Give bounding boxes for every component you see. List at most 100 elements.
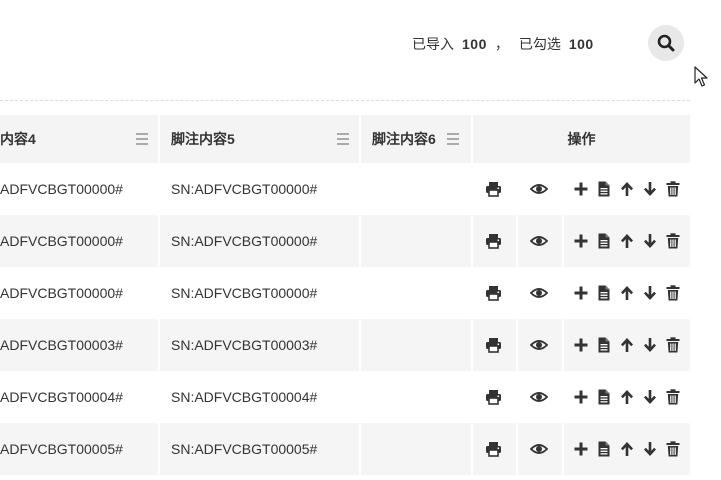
trash-icon[interactable] bbox=[663, 283, 683, 303]
printer-icon[interactable] bbox=[483, 439, 503, 459]
plus-icon[interactable] bbox=[571, 231, 591, 251]
column-menu-icon[interactable] bbox=[136, 133, 148, 145]
cell-text: SN:ADFVCBGT00003# bbox=[171, 337, 318, 353]
arrow-down-icon[interactable] bbox=[640, 283, 660, 303]
cell-footnote5: SN:ADFVCBGT00000# bbox=[160, 215, 359, 267]
column-header-actions: 操作 bbox=[473, 115, 690, 163]
cell-content4: ADFVCBGT00000# bbox=[0, 267, 158, 319]
cell-print bbox=[473, 423, 516, 475]
arrow-up-icon[interactable] bbox=[617, 387, 637, 407]
printer-icon[interactable] bbox=[483, 387, 503, 407]
cell-view bbox=[518, 215, 562, 267]
eye-icon[interactable] bbox=[529, 231, 549, 251]
cell-footnote5: SN:ADFVCBGT00000# bbox=[160, 163, 359, 215]
printer-icon[interactable] bbox=[483, 179, 503, 199]
cell-view bbox=[518, 319, 562, 371]
cell-view bbox=[518, 163, 562, 215]
arrow-up-icon[interactable] bbox=[617, 439, 637, 459]
cell-text: SN:ADFVCBGT00004# bbox=[171, 389, 318, 405]
eye-icon[interactable] bbox=[529, 387, 549, 407]
cell-footnote6 bbox=[361, 423, 471, 475]
printer-icon[interactable] bbox=[483, 231, 503, 251]
cell-footnote6 bbox=[361, 215, 471, 267]
cell-actions bbox=[564, 423, 690, 475]
search-icon bbox=[657, 34, 675, 52]
plus-icon[interactable] bbox=[571, 439, 591, 459]
arrow-up-icon[interactable] bbox=[617, 179, 637, 199]
arrow-down-icon[interactable] bbox=[640, 335, 660, 355]
plus-icon[interactable] bbox=[571, 387, 591, 407]
cell-footnote5: SN:ADFVCBGT00004# bbox=[160, 371, 359, 423]
cell-print bbox=[473, 163, 516, 215]
arrow-down-icon[interactable] bbox=[640, 439, 660, 459]
cell-text: SN:ADFVCBGT00000# bbox=[171, 181, 318, 197]
arrow-up-icon[interactable] bbox=[617, 231, 637, 251]
arrow-up-icon[interactable] bbox=[617, 335, 637, 355]
trash-icon[interactable] bbox=[663, 335, 683, 355]
eye-icon[interactable] bbox=[529, 335, 549, 355]
cell-content4: ADFVCBGT00004# bbox=[0, 371, 158, 423]
cell-print bbox=[473, 371, 516, 423]
cell-text: ADFVCBGT00000# bbox=[0, 285, 123, 301]
mouse-cursor-icon bbox=[694, 66, 708, 87]
file-icon[interactable] bbox=[594, 283, 614, 303]
arrow-up-icon[interactable] bbox=[617, 283, 637, 303]
cell-view bbox=[518, 267, 562, 319]
trash-icon[interactable] bbox=[663, 179, 683, 199]
cell-content4: ADFVCBGT00003# bbox=[0, 319, 158, 371]
printer-icon[interactable] bbox=[483, 335, 503, 355]
arrow-down-icon[interactable] bbox=[640, 231, 660, 251]
printer-icon[interactable] bbox=[483, 283, 503, 303]
eye-icon[interactable] bbox=[529, 283, 549, 303]
file-icon[interactable] bbox=[594, 335, 614, 355]
cell-view bbox=[518, 423, 562, 475]
cell-print bbox=[473, 215, 516, 267]
cell-text: ADFVCBGT00000# bbox=[0, 181, 123, 197]
file-icon[interactable] bbox=[594, 387, 614, 407]
file-icon[interactable] bbox=[594, 231, 614, 251]
trash-icon[interactable] bbox=[663, 439, 683, 459]
cell-text: SN:ADFVCBGT00000# bbox=[171, 285, 318, 301]
table-row: ADFVCBGT00000# SN:ADFVCBGT00000# bbox=[0, 163, 690, 215]
column-header-label: 脚注内容6 bbox=[372, 131, 436, 147]
trash-icon[interactable] bbox=[663, 231, 683, 251]
eye-icon[interactable] bbox=[529, 439, 549, 459]
column-header-footnote6[interactable]: 脚注内容6 bbox=[361, 115, 471, 163]
arrow-down-icon[interactable] bbox=[640, 387, 660, 407]
selected-label: 已勾选 bbox=[518, 36, 561, 52]
cell-text: ADFVCBGT00005# bbox=[0, 441, 123, 457]
eye-icon[interactable] bbox=[529, 179, 549, 199]
cell-view bbox=[518, 371, 562, 423]
cell-actions bbox=[564, 163, 690, 215]
cell-actions bbox=[564, 319, 690, 371]
table-row: ADFVCBGT00000# SN:ADFVCBGT00000# bbox=[0, 267, 690, 319]
plus-icon[interactable] bbox=[571, 335, 591, 355]
imported-count: 100 bbox=[462, 36, 487, 52]
section-divider bbox=[0, 100, 690, 101]
cell-footnote6 bbox=[361, 267, 471, 319]
file-icon[interactable] bbox=[594, 439, 614, 459]
cell-actions bbox=[564, 267, 690, 319]
cell-footnote6 bbox=[361, 319, 471, 371]
table-header-row: 内容4 脚注内容5 脚注内容6 操作 bbox=[0, 115, 690, 163]
import-summary: 已导入 100 ， 已勾选 100 bbox=[412, 35, 602, 53]
cell-content4: ADFVCBGT00000# bbox=[0, 163, 158, 215]
cell-actions bbox=[564, 371, 690, 423]
selected-count: 100 bbox=[568, 36, 594, 52]
search-button[interactable] bbox=[648, 25, 684, 61]
plus-icon[interactable] bbox=[571, 179, 591, 199]
file-icon[interactable] bbox=[594, 179, 614, 199]
trash-icon[interactable] bbox=[663, 387, 683, 407]
column-menu-icon[interactable] bbox=[447, 133, 459, 145]
column-menu-icon[interactable] bbox=[337, 133, 349, 145]
cell-text: SN:ADFVCBGT00005# bbox=[171, 441, 318, 457]
data-table: 内容4 脚注内容5 脚注内容6 操作 ADFVCBGT00000# SN:ADFV… bbox=[0, 115, 690, 475]
table-row: ADFVCBGT00004# SN:ADFVCBGT00004# bbox=[0, 371, 690, 423]
column-header-content4[interactable]: 内容4 bbox=[0, 115, 158, 163]
cell-text: ADFVCBGT00004# bbox=[0, 389, 123, 405]
column-header-label: 内容4 bbox=[0, 131, 36, 147]
arrow-down-icon[interactable] bbox=[640, 179, 660, 199]
plus-icon[interactable] bbox=[571, 283, 591, 303]
cell-content4: ADFVCBGT00005# bbox=[0, 423, 158, 475]
column-header-footnote5[interactable]: 脚注内容5 bbox=[160, 115, 359, 163]
